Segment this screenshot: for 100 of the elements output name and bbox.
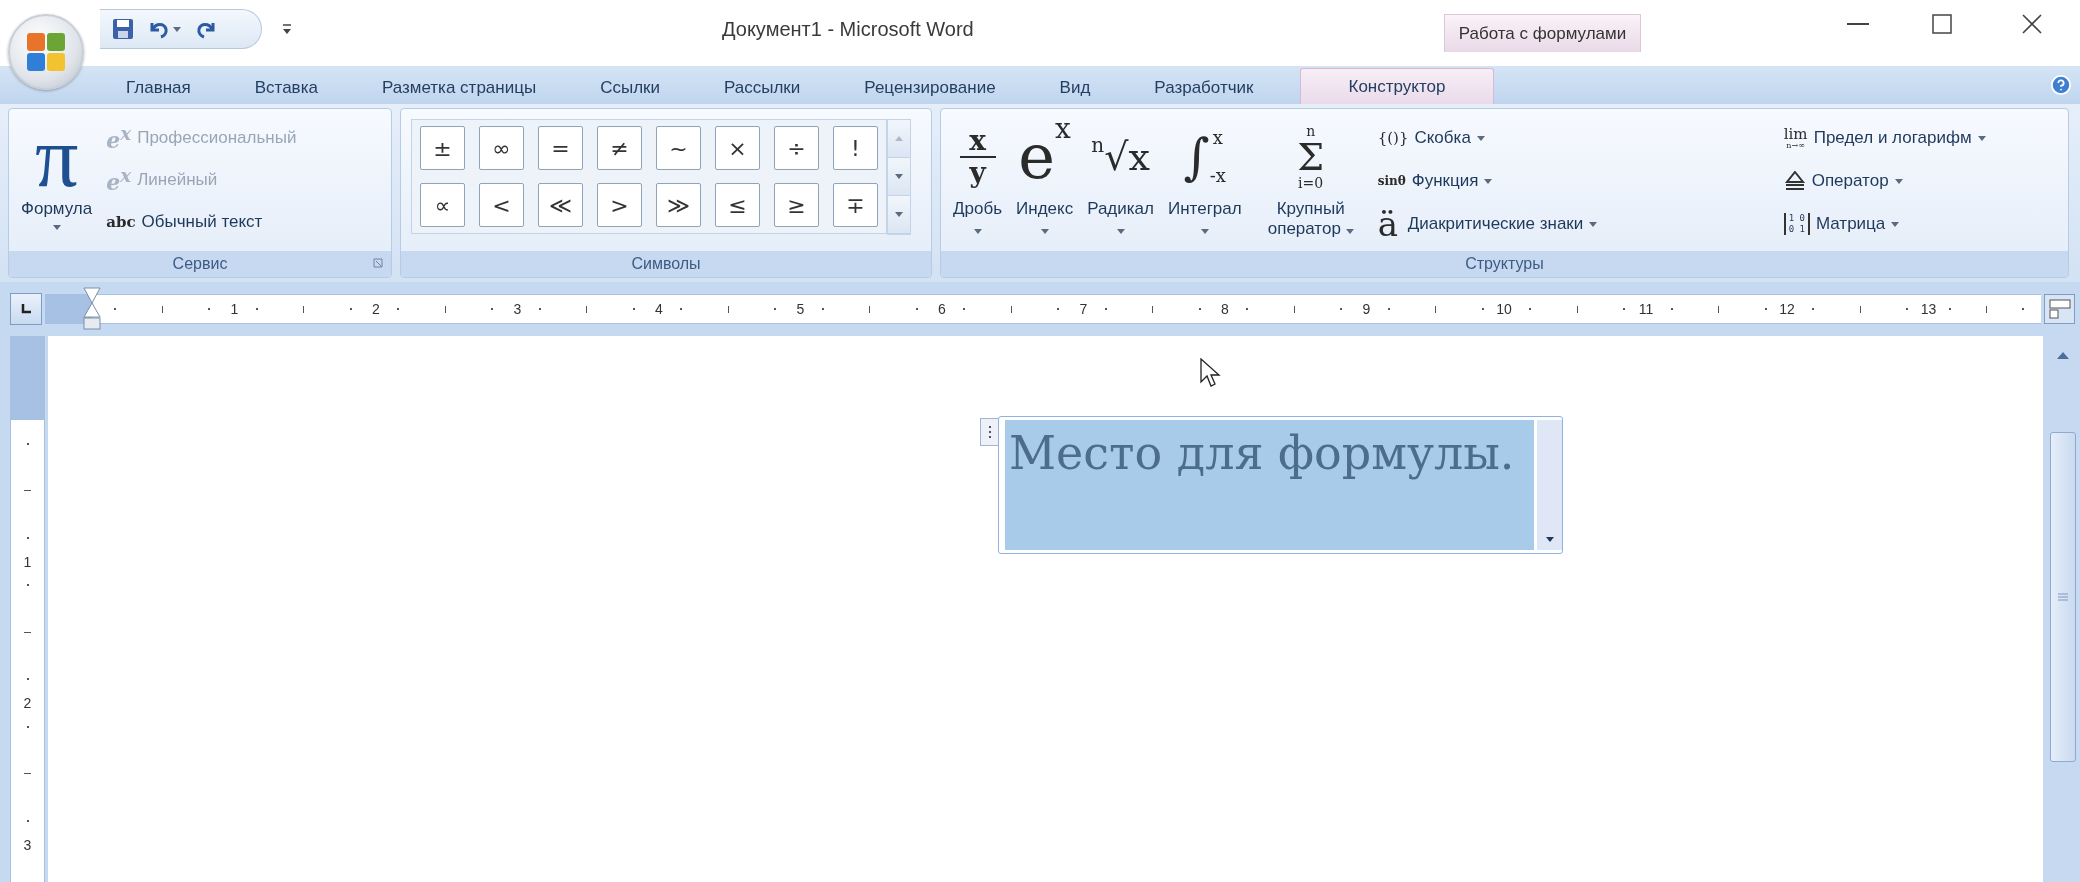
symbol-button[interactable]: = bbox=[538, 126, 583, 170]
caret-icon bbox=[1116, 229, 1125, 234]
symbol-button[interactable]: ÷ bbox=[774, 126, 819, 170]
group-label: Структуры bbox=[941, 251, 2068, 277]
group-label: Символы bbox=[401, 251, 931, 277]
save-button[interactable] bbox=[110, 16, 136, 42]
caret-icon bbox=[895, 174, 903, 179]
help-icon bbox=[2050, 74, 2072, 96]
caret-icon bbox=[1345, 229, 1354, 234]
ribbon-tab[interactable]: Главная bbox=[94, 72, 223, 104]
function-icon: sinθ bbox=[1377, 174, 1406, 188]
caret-icon bbox=[895, 212, 903, 217]
caret-icon bbox=[973, 229, 982, 234]
symbol-button[interactable]: ≤ bbox=[715, 183, 760, 227]
customize-caret-icon bbox=[282, 24, 292, 36]
symbol-button[interactable]: ∓ bbox=[833, 183, 878, 227]
caret-icon bbox=[1200, 229, 1209, 234]
ribbon-tab[interactable]: Вставка bbox=[222, 72, 350, 104]
minimize-icon bbox=[1847, 23, 1869, 25]
caret-icon bbox=[1977, 135, 1986, 141]
symbol-button[interactable]: ∝ bbox=[420, 183, 465, 227]
symbol-button[interactable]: ∞ bbox=[479, 126, 524, 170]
caret-icon bbox=[1891, 221, 1900, 227]
tab-selector-button[interactable] bbox=[10, 293, 42, 325]
squares-logo-icon bbox=[24, 30, 68, 74]
ruler-number: 11 bbox=[1638, 301, 1654, 317]
ruler-number: 5 bbox=[796, 301, 805, 317]
ribbon-tab[interactable]: Разметка страницы bbox=[349, 72, 569, 104]
ribbon-tab[interactable]: Рецензирование bbox=[832, 72, 1028, 104]
caret-icon bbox=[1545, 537, 1554, 542]
symbol-button[interactable]: ≥ bbox=[774, 183, 819, 227]
symbol-button[interactable]: × bbox=[715, 126, 760, 170]
ribbon-tab[interactable]: Конструктор bbox=[1299, 68, 1495, 104]
operator-icon bbox=[1783, 171, 1806, 191]
symbol-button[interactable]: ! bbox=[833, 126, 878, 170]
ruler-number: 3 bbox=[513, 301, 522, 317]
up-arrow-icon bbox=[2057, 351, 2069, 359]
dialog-launcher-icon[interactable] bbox=[373, 258, 383, 268]
summation-icon: n Σ i=0 bbox=[1297, 115, 1325, 199]
symbol-button[interactable]: < bbox=[479, 183, 524, 227]
formula-button[interactable]: π Формула bbox=[17, 115, 97, 230]
accent-icon: ä bbox=[1377, 204, 1402, 244]
bracket-icon: {()} bbox=[1377, 129, 1409, 147]
ribbon-tab[interactable]: Ссылки bbox=[568, 72, 692, 104]
ribbon-tab[interactable]: Вид bbox=[1027, 72, 1123, 104]
structure-menu-button[interactable]: Оператор bbox=[1783, 162, 1986, 200]
ribbon-tab[interactable]: Рассылки bbox=[692, 72, 833, 104]
gallery-more-button[interactable] bbox=[888, 196, 910, 234]
scroll-thumb[interactable] bbox=[2050, 432, 2076, 762]
symbol-button[interactable]: ≠ bbox=[597, 126, 642, 170]
close-icon bbox=[2022, 14, 2042, 34]
ruler-number: 10 bbox=[1496, 301, 1512, 317]
save-icon bbox=[112, 18, 134, 40]
ruler-number: 6 bbox=[937, 301, 946, 317]
limit-icon: lim n→∞ bbox=[1783, 126, 1808, 150]
ruler-number: 1 bbox=[230, 301, 239, 317]
window-title: Документ1 - Microsoft Word bbox=[722, 18, 974, 41]
grip-icon bbox=[2058, 593, 2068, 601]
symbol-button[interactable]: > bbox=[597, 183, 642, 227]
ruler-toggle-icon bbox=[2048, 299, 2071, 319]
maximize-icon bbox=[1932, 14, 1952, 34]
caret-icon bbox=[1894, 178, 1903, 184]
context-tab-label: Работа с формулами bbox=[1443, 14, 1642, 52]
caret-icon bbox=[52, 225, 61, 230]
ruler-number: 12 bbox=[1779, 301, 1795, 317]
help-button[interactable] bbox=[2050, 74, 2072, 96]
structure-menu-button[interactable]: 1 0 0 1 Матрица bbox=[1783, 205, 1986, 243]
caret-icon bbox=[1476, 135, 1485, 141]
symbol-button[interactable]: ≪ bbox=[538, 183, 583, 227]
caret-icon bbox=[173, 26, 181, 32]
ruler-number: 2 bbox=[23, 695, 32, 711]
structure-button[interactable]: n Σ i=0 Крупный оператор bbox=[1251, 115, 1370, 239]
ruler-number: 7 bbox=[1079, 301, 1088, 317]
structure-menu-button[interactable]: {()} Скобка bbox=[1377, 119, 1778, 157]
structure-menu-button[interactable]: ä Диакритические знаки bbox=[1377, 205, 1778, 243]
caret-icon bbox=[1040, 229, 1049, 234]
view-ruler-button[interactable] bbox=[2044, 294, 2075, 324]
mouse-pointer-icon bbox=[1200, 358, 1222, 390]
group-label: Сервис bbox=[9, 251, 391, 277]
ribbon-tab[interactable]: Разработчик bbox=[1122, 72, 1286, 104]
caret-icon bbox=[1484, 178, 1493, 184]
structure-menu-button[interactable]: sinθ Функция bbox=[1377, 162, 1778, 200]
symbol-button[interactable]: ~ bbox=[656, 126, 701, 170]
ruler-number: 1 bbox=[23, 553, 32, 570]
ruler-number: 8 bbox=[1220, 301, 1229, 317]
caret-icon bbox=[1589, 221, 1598, 227]
caret-icon bbox=[895, 136, 903, 141]
symbol-button[interactable]: ≫ bbox=[656, 183, 701, 227]
ruler-number: 2 bbox=[371, 301, 380, 317]
symbol-button[interactable]: ± bbox=[420, 126, 465, 170]
structure-button[interactable]: x y Дробь bbox=[949, 115, 1007, 234]
ruler-number: 9 bbox=[1362, 301, 1371, 317]
left-tab-icon bbox=[20, 304, 31, 314]
ruler-number: 4 bbox=[654, 301, 663, 317]
mode-button[interactable]: abc Обычный текст bbox=[106, 203, 297, 241]
equation-handle[interactable] bbox=[980, 418, 998, 446]
ruler-number: 3 bbox=[23, 836, 32, 853]
equation-placeholder: Место для формулы. bbox=[1009, 426, 1515, 480]
ruler-number: 13 bbox=[1920, 301, 1937, 317]
indent-marker-icon[interactable] bbox=[82, 287, 101, 331]
